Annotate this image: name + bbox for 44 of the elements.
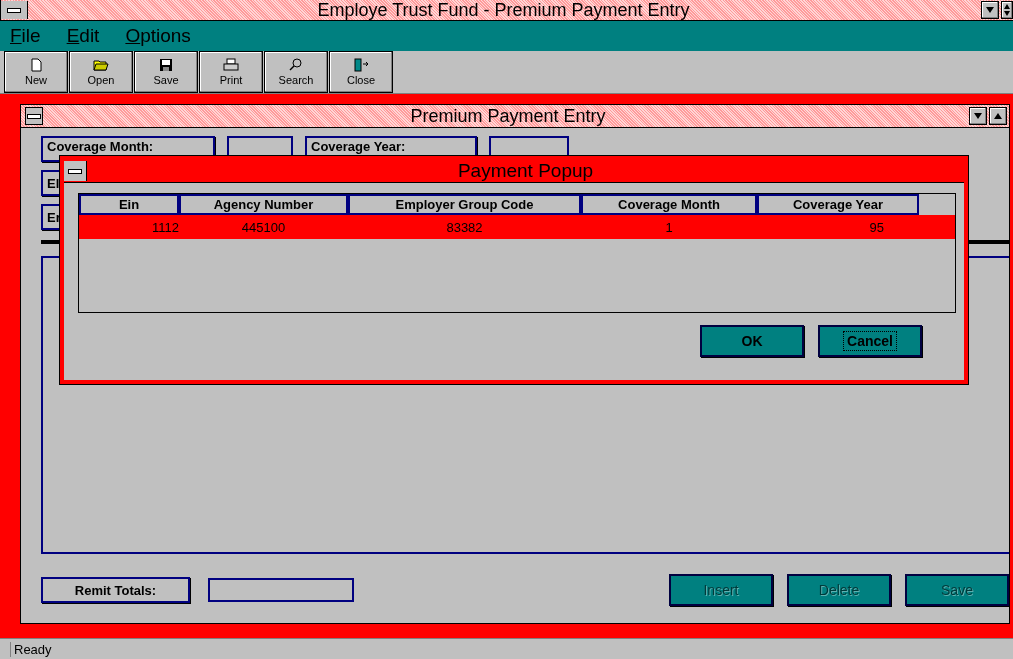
dialog-button[interactable]: Cancel [818,325,922,357]
toolbar-button[interactable]: Open [69,51,133,93]
door-exit-icon [353,58,369,72]
maximize-button[interactable] [989,107,1007,125]
toolbar-button[interactable]: Save [134,51,198,93]
table-cell-text: 445100 [240,219,287,235]
column-header[interactable]: Employer Group Code [348,194,581,215]
menu-item[interactable]: File [10,25,41,47]
magnifier-icon [288,58,304,72]
dialog-button[interactable]: OK [700,325,804,357]
folder-icon [93,58,109,72]
column-header[interactable]: Coverage Month [581,194,757,215]
toolbar-button[interactable]: Print [199,51,263,93]
up-triangle-icon [994,113,1002,119]
table-cell-text: 1112 [151,219,179,235]
column-header[interactable]: Agency Number [179,194,348,215]
table-cell-text: 83382 [445,219,484,235]
column-header[interactable]: Ein [79,194,179,215]
toolbar-button[interactable]: Close [329,51,393,93]
toolbar-button[interactable]: New [4,51,68,93]
toolbar-button[interactable]: Search [264,51,328,93]
column-header[interactable]: Coverage Year [757,194,919,215]
form-label: Remit Totals: [41,577,190,603]
status-text: Ready [10,641,52,657]
up-down-triangle-icon [1004,4,1010,16]
dropdown-button[interactable] [981,1,999,19]
system-menu-button[interactable] [25,107,43,125]
menu-item[interactable]: Options [125,25,191,47]
down-triangle-icon [986,7,994,13]
menu-item[interactable]: Edit [66,25,100,47]
document-icon [29,58,43,72]
system-menu-button[interactable] [64,161,87,181]
minimize-button[interactable] [969,107,987,125]
child-window-title: Premium Payment Entry [409,105,607,127]
down-triangle-icon [974,113,982,119]
window-title: Employe Trust Fund - Premium Payment Entry [316,0,691,21]
printer-icon [223,58,239,72]
system-menu-button[interactable] [1,1,28,19]
table-cell-text: 95 [868,219,885,235]
dialog-title: Payment Popup [456,160,595,182]
table-cell-text: 1 [664,219,674,235]
restore-button[interactable] [1001,1,1013,19]
input-field[interactable] [208,578,354,602]
table-row[interactable]: 1112 445100 83382 1 95 [79,215,955,239]
